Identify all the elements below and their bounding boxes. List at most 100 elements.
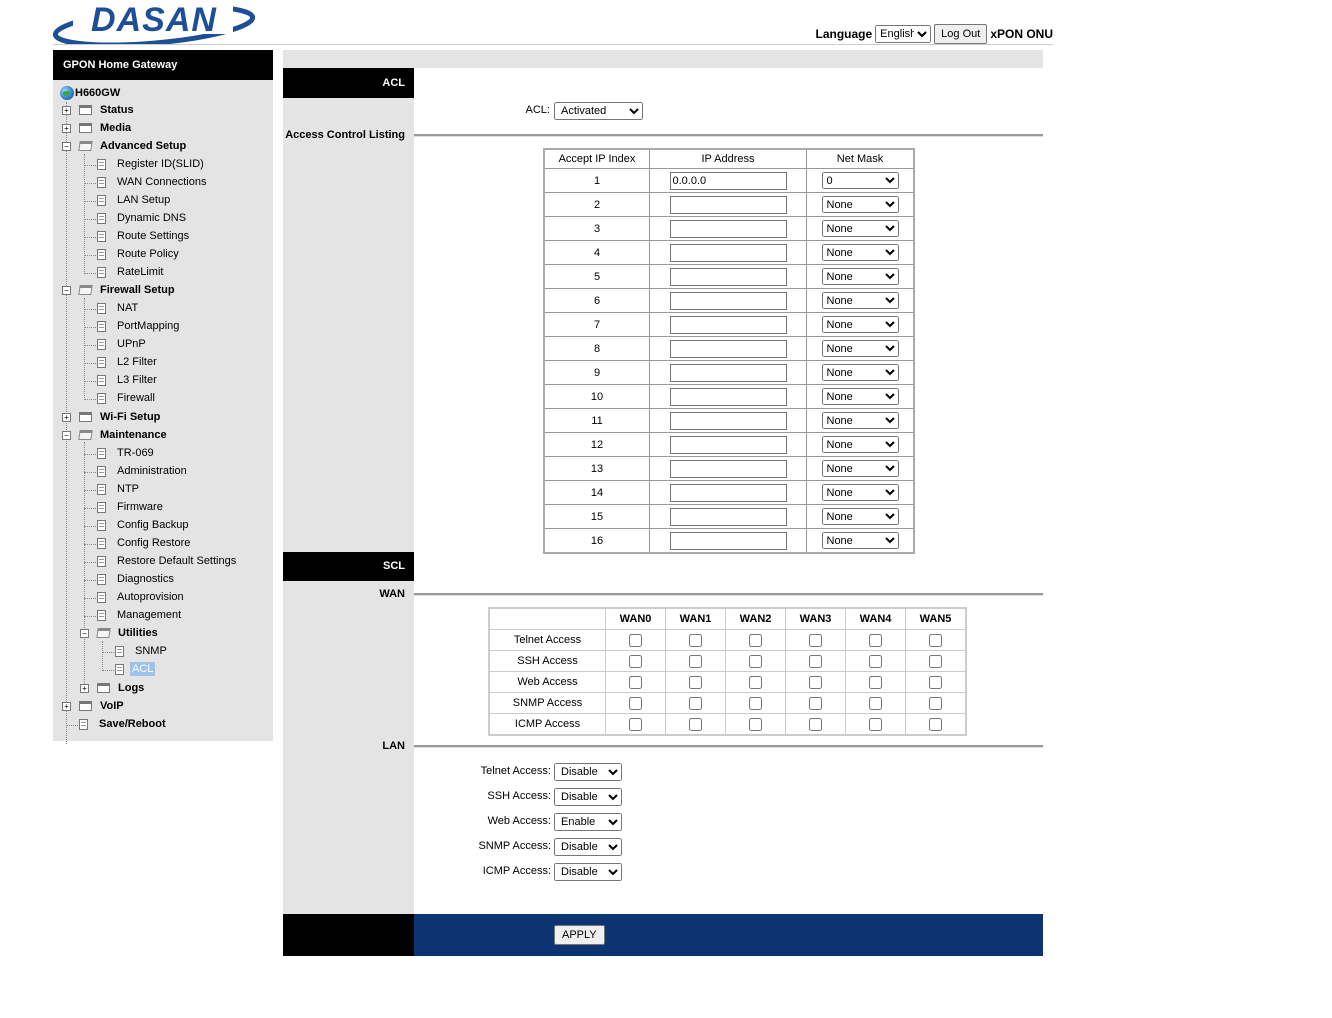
net-mask-select[interactable]: 0 — [821, 172, 899, 189]
sidebar-item-advanced-setup[interactable]: Advanced Setup — [78, 137, 188, 155]
sidebar-item-firewall[interactable]: Firewall — [97, 389, 157, 407]
ip-address-input[interactable] — [669, 363, 787, 382]
sidebar-item-media[interactable]: Media — [79, 119, 133, 137]
language-select[interactable]: English — [875, 25, 932, 43]
net-mask-select[interactable]: None — [821, 268, 899, 285]
collapse-minus-icon[interactable]: − — [80, 629, 89, 638]
expand-plus-icon[interactable]: + — [62, 702, 71, 711]
ip-address-input[interactable] — [669, 411, 787, 430]
wan-access-checkbox[interactable] — [689, 633, 702, 647]
sidebar-item-maintenance[interactable]: Maintenance — [78, 426, 169, 444]
sidebar-item-l2-filter[interactable]: L2 Filter — [97, 353, 159, 371]
ip-address-input[interactable] — [669, 219, 787, 238]
wan-access-checkbox[interactable] — [689, 696, 702, 710]
wan-access-checkbox[interactable] — [629, 654, 642, 668]
wan-access-checkbox[interactable] — [869, 696, 882, 710]
ip-address-input[interactable] — [669, 531, 787, 550]
collapse-minus-icon[interactable]: − — [62, 286, 71, 295]
sidebar-item-config-restore[interactable]: Config Restore — [97, 534, 192, 552]
acl-status-select[interactable]: Activated — [554, 102, 643, 120]
lan-access-select[interactable]: Disable — [554, 863, 622, 881]
wan-access-checkbox[interactable] — [629, 717, 642, 731]
sidebar-item-nat[interactable]: NAT — [97, 299, 140, 317]
wan-access-checkbox[interactable] — [629, 633, 642, 647]
net-mask-select[interactable]: None — [821, 388, 899, 405]
wan-access-checkbox[interactable] — [689, 717, 702, 731]
sidebar-item-l3-filter[interactable]: L3 Filter — [97, 371, 159, 389]
sidebar-item-ntp[interactable]: NTP — [97, 480, 141, 498]
sidebar-item-status[interactable]: Status — [79, 101, 136, 119]
wan-access-checkbox[interactable] — [749, 717, 762, 731]
sidebar-item-firmware[interactable]: Firmware — [97, 498, 165, 516]
wan-access-checkbox[interactable] — [809, 717, 822, 731]
sidebar-item-snmp[interactable]: SNMP — [115, 642, 169, 660]
sidebar-item-lan-setup[interactable]: LAN Setup — [97, 191, 172, 209]
wan-access-checkbox[interactable] — [749, 696, 762, 710]
wan-access-checkbox[interactable] — [629, 675, 642, 689]
collapse-minus-icon[interactable]: − — [62, 431, 71, 440]
sidebar-item-administration[interactable]: Administration — [97, 462, 189, 480]
net-mask-select[interactable]: None — [821, 364, 899, 381]
sidebar-item-save-reboot[interactable]: Save/Reboot — [79, 715, 168, 733]
expand-plus-icon[interactable]: + — [80, 684, 89, 693]
sidebar-item-restore-default[interactable]: Restore Default Settings — [97, 552, 238, 570]
sidebar-item-utilities[interactable]: Utilities — [96, 624, 160, 642]
expand-plus-icon[interactable]: + — [62, 106, 71, 115]
net-mask-select[interactable]: None — [821, 316, 899, 333]
wan-access-checkbox[interactable] — [689, 654, 702, 668]
sidebar-item-dynamic-dns[interactable]: Dynamic DNS — [97, 209, 188, 227]
logout-button[interactable]: Log Out — [934, 24, 988, 44]
sidebar-item-wifi-setup[interactable]: Wi-Fi Setup — [79, 408, 162, 426]
net-mask-select[interactable]: None — [821, 484, 899, 501]
net-mask-select[interactable]: None — [821, 508, 899, 525]
wan-access-checkbox[interactable] — [809, 696, 822, 710]
sidebar-item-autoprovision[interactable]: Autoprovision — [97, 588, 186, 606]
net-mask-select[interactable]: None — [821, 292, 899, 309]
sidebar-item-acl[interactable]: ACL — [115, 660, 156, 678]
wan-access-checkbox[interactable] — [809, 654, 822, 668]
sidebar-item-diagnostics[interactable]: Diagnostics — [97, 570, 176, 588]
ip-address-input[interactable] — [669, 339, 787, 358]
lan-access-select[interactable]: Disable — [554, 788, 622, 806]
sidebar-item-register-id[interactable]: Register ID(SLID) — [97, 155, 206, 173]
sidebar-item-route-settings[interactable]: Route Settings — [97, 227, 191, 245]
lan-access-select[interactable]: Enable — [554, 813, 622, 831]
sidebar-item-ratelimit[interactable]: RateLimit — [97, 263, 165, 281]
sidebar-item-config-backup[interactable]: Config Backup — [97, 516, 191, 534]
sidebar-item-portmapping[interactable]: PortMapping — [97, 317, 181, 335]
wan-access-checkbox[interactable] — [749, 675, 762, 689]
ip-address-input[interactable] — [669, 195, 787, 214]
ip-address-input[interactable] — [669, 291, 787, 310]
wan-access-checkbox[interactable] — [809, 675, 822, 689]
sidebar-item-firewall-setup[interactable]: Firewall Setup — [78, 281, 177, 299]
lan-access-select[interactable]: Disable — [554, 763, 622, 781]
wan-access-checkbox[interactable] — [929, 696, 942, 710]
sidebar-item-tr069[interactable]: TR-069 — [97, 444, 156, 462]
wan-access-checkbox[interactable] — [749, 654, 762, 668]
wan-access-checkbox[interactable] — [809, 633, 822, 647]
wan-access-checkbox[interactable] — [689, 675, 702, 689]
ip-address-input[interactable] — [669, 483, 787, 502]
ip-address-input[interactable] — [669, 315, 787, 334]
wan-access-checkbox[interactable] — [749, 633, 762, 647]
sidebar-item-upnp[interactable]: UPnP — [97, 335, 148, 353]
wan-access-checkbox[interactable] — [869, 675, 882, 689]
net-mask-select[interactable]: None — [821, 436, 899, 453]
ip-address-input[interactable] — [669, 435, 787, 454]
sidebar-item-logs[interactable]: Logs — [97, 679, 146, 697]
tree-root[interactable]: H660GW — [60, 84, 120, 102]
ip-address-input[interactable] — [669, 387, 787, 406]
ip-address-input[interactable] — [669, 459, 787, 478]
wan-access-checkbox[interactable] — [629, 696, 642, 710]
lan-access-select[interactable]: Disable — [554, 838, 622, 856]
net-mask-select[interactable]: None — [821, 412, 899, 429]
wan-access-checkbox[interactable] — [869, 717, 882, 731]
apply-button[interactable]: APPLY — [554, 925, 605, 945]
wan-access-checkbox[interactable] — [929, 717, 942, 731]
net-mask-select[interactable]: None — [821, 532, 899, 549]
sidebar-item-voip[interactable]: VoIP — [79, 697, 126, 715]
ip-address-input[interactable] — [669, 507, 787, 526]
sidebar-item-route-policy[interactable]: Route Policy — [97, 245, 181, 263]
expand-plus-icon[interactable]: + — [62, 124, 71, 133]
net-mask-select[interactable]: None — [821, 460, 899, 477]
